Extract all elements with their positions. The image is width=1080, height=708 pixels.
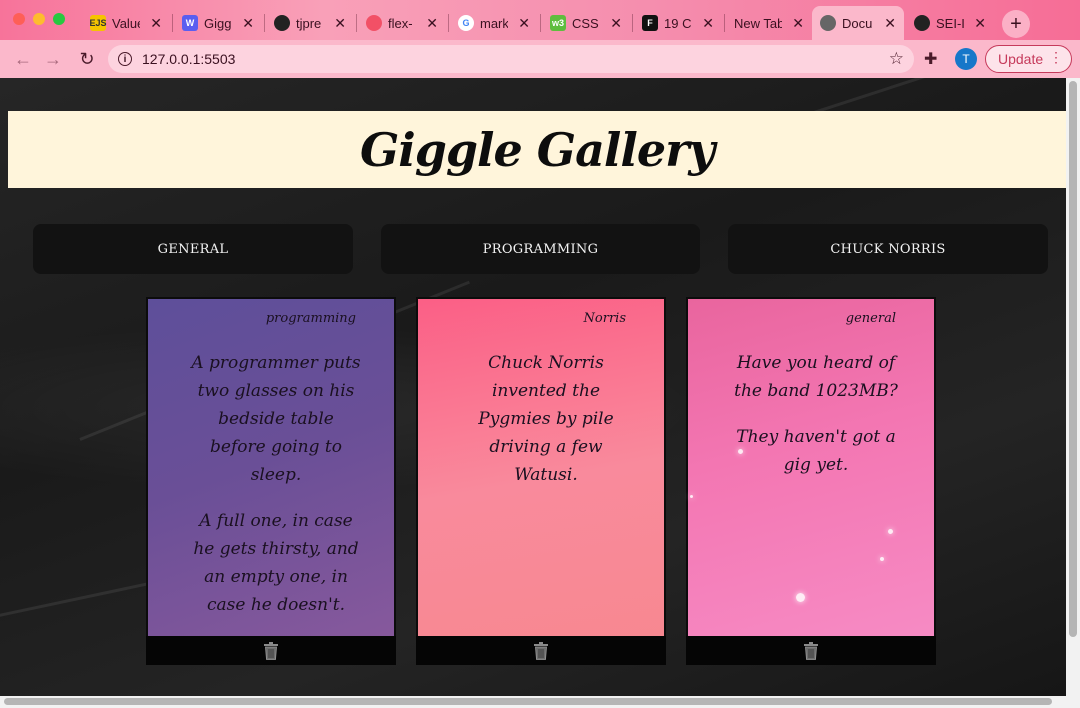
horizontal-scrollbar[interactable] bbox=[0, 696, 1080, 708]
browser-tab[interactable]: tjpre ✕ bbox=[266, 6, 354, 40]
sparkle bbox=[796, 593, 805, 602]
joke-punchline: They haven't got a gig yet. bbox=[736, 427, 896, 475]
close-tab-icon[interactable]: ✕ bbox=[426, 15, 438, 32]
card-footer bbox=[686, 636, 936, 665]
browser-tab[interactable]: New Tab ✕ bbox=[726, 6, 812, 40]
w-icon: W bbox=[182, 15, 198, 31]
close-tab-icon[interactable]: ✕ bbox=[334, 15, 346, 32]
profile-avatar[interactable]: T bbox=[955, 48, 977, 70]
bookmark-star-icon[interactable]: ☆ bbox=[889, 49, 904, 69]
zoom-window-button[interactable] bbox=[53, 13, 65, 25]
browser-tab[interactable]: EJS Value ✕ bbox=[82, 6, 170, 40]
card-footer bbox=[416, 636, 666, 665]
joke-setup: A programmer puts two glasses on his bed… bbox=[191, 353, 361, 485]
sparkle bbox=[880, 557, 884, 561]
joke-text: Chuck Norris invented the Pygmies by pil… bbox=[458, 349, 634, 489]
joke-text: Have you heard of the band 1023MB? They … bbox=[728, 349, 904, 479]
browser-tab[interactable]: F 19 C ✕ bbox=[634, 6, 722, 40]
ejs-icon: EJS bbox=[90, 15, 107, 31]
card-category-tag: Norris bbox=[583, 311, 626, 326]
address-bar[interactable]: i 127.0.0.1:5503 ☆ bbox=[108, 45, 914, 73]
vertical-scrollbar-thumb[interactable] bbox=[1069, 81, 1077, 637]
joke-setup: Chuck Norris invented the Pygmies by pil… bbox=[478, 353, 614, 485]
trash-icon[interactable] bbox=[533, 641, 549, 660]
reload-icon[interactable]: ↻ bbox=[76, 48, 98, 70]
close-tab-icon[interactable]: ✕ bbox=[702, 15, 714, 32]
browser-tab-strip: EJS Value ✕ W Giggl ✕ tjpre ✕ flex- ✕ G … bbox=[0, 0, 1080, 40]
more-menu-icon[interactable]: ⋮ bbox=[1049, 49, 1063, 66]
back-arrow-icon[interactable]: ← bbox=[12, 48, 34, 70]
update-button[interactable]: Update ⋮ bbox=[985, 45, 1072, 73]
joke-setup: Have you heard of the band 1023MB? bbox=[734, 353, 898, 401]
browser-tab[interactable]: W Giggl ✕ bbox=[174, 6, 262, 40]
page-viewport: Giggle Gallery GENERAL PROGRAMMING CHUCK… bbox=[0, 78, 1066, 696]
category-button-chuck-norris[interactable]: CHUCK NORRIS bbox=[728, 224, 1048, 274]
category-button-general[interactable]: GENERAL bbox=[33, 224, 353, 274]
f-icon: F bbox=[642, 15, 658, 31]
google-icon: G bbox=[458, 15, 474, 31]
close-window-button[interactable] bbox=[13, 13, 25, 25]
vertical-scrollbar[interactable] bbox=[1066, 78, 1080, 696]
trash-icon[interactable] bbox=[803, 641, 819, 660]
forward-arrow-icon[interactable]: → bbox=[42, 48, 64, 70]
card-footer bbox=[146, 636, 396, 665]
flex-icon bbox=[366, 15, 382, 31]
w3-icon: w3 bbox=[550, 15, 566, 31]
browser-tab[interactable]: flex- ✕ bbox=[358, 6, 446, 40]
card-category-tag: general bbox=[845, 311, 896, 326]
minimize-window-button[interactable] bbox=[33, 13, 45, 25]
joke-card: Norris Chuck Norris invented the Pygmies… bbox=[416, 297, 666, 665]
browser-tab[interactable]: G mark ✕ bbox=[450, 6, 538, 40]
url-text: 127.0.0.1:5503 bbox=[142, 51, 236, 67]
sparkle bbox=[690, 495, 693, 498]
page-title: Giggle Gallery bbox=[359, 122, 715, 177]
joke-card: general Have you heard of the band 1023M… bbox=[686, 297, 936, 665]
close-tab-icon[interactable]: ✕ bbox=[610, 15, 622, 32]
page-header: Giggle Gallery bbox=[8, 111, 1066, 188]
sparkle bbox=[888, 529, 893, 534]
close-tab-icon[interactable]: ✕ bbox=[884, 15, 896, 32]
close-tab-icon[interactable]: ✕ bbox=[518, 15, 530, 32]
browser-tab[interactable]: w3 CSS ✕ bbox=[542, 6, 630, 40]
horizontal-scrollbar-thumb[interactable] bbox=[4, 698, 1052, 705]
new-tab-button[interactable]: + bbox=[1002, 10, 1030, 38]
close-tab-icon[interactable]: ✕ bbox=[974, 15, 986, 32]
browser-tab-active[interactable]: Docu ✕ bbox=[812, 6, 904, 40]
globe-icon bbox=[820, 15, 836, 31]
category-button-programming[interactable]: PROGRAMMING bbox=[381, 224, 700, 274]
trash-icon[interactable] bbox=[263, 641, 279, 660]
github-icon bbox=[274, 15, 290, 31]
close-tab-icon[interactable]: ✕ bbox=[242, 15, 254, 32]
github-icon bbox=[914, 15, 930, 31]
joke-punchline: A full one, in case he gets thirsty, and… bbox=[193, 511, 359, 615]
extensions-puzzle-icon[interactable]: ✚ bbox=[924, 49, 937, 69]
joke-text: A programmer puts two glasses on his bed… bbox=[188, 349, 364, 619]
joke-card: programming A programmer puts two glasse… bbox=[146, 297, 396, 665]
info-icon[interactable]: i bbox=[118, 52, 132, 66]
card-category-tag: programming bbox=[265, 311, 356, 326]
browser-tab[interactable]: SEI-I ✕ bbox=[906, 6, 994, 40]
browser-toolbar: ← → ↻ i 127.0.0.1:5503 ☆ ✚ T Update ⋮ bbox=[0, 40, 1080, 78]
close-tab-icon[interactable]: ✕ bbox=[150, 15, 162, 32]
close-tab-icon[interactable]: ✕ bbox=[792, 15, 804, 32]
